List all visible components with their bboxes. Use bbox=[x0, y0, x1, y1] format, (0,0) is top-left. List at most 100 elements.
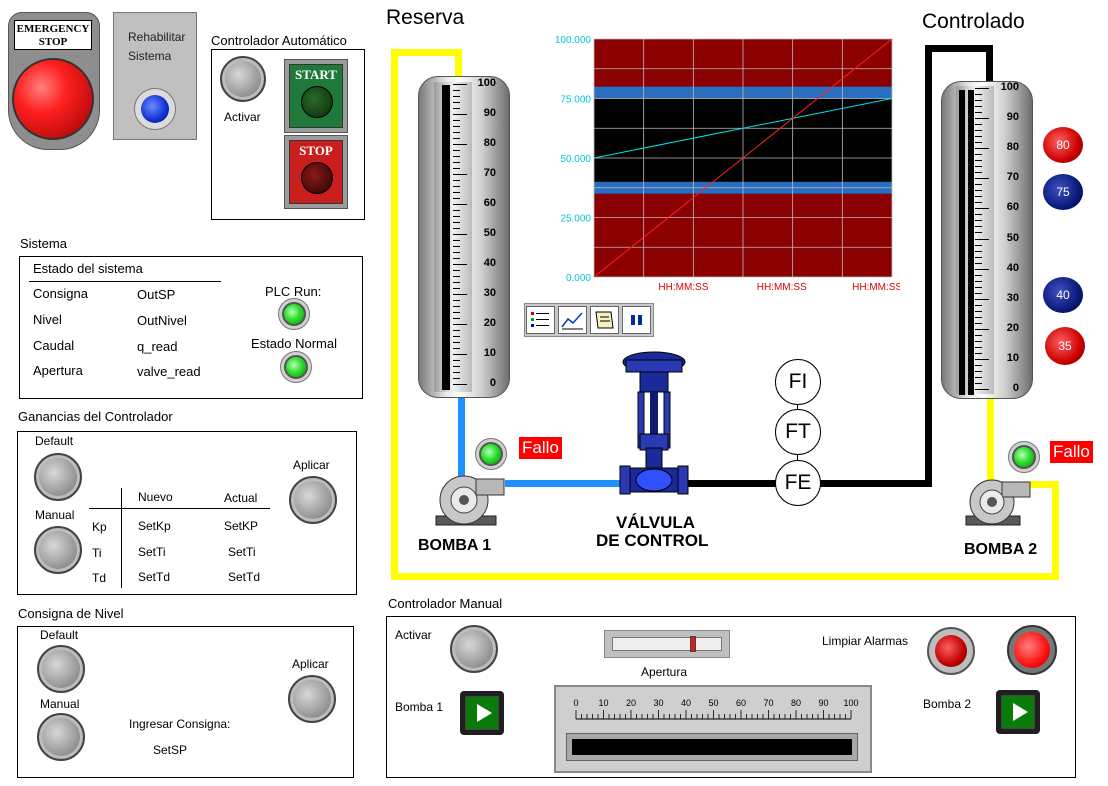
tank-major-tick bbox=[975, 389, 989, 390]
ingresar-consigna-label: Ingresar Consigna: bbox=[129, 717, 231, 731]
control-valve-icon[interactable] bbox=[618, 350, 690, 510]
ganancias-aplicar-button[interactable] bbox=[289, 476, 337, 524]
ganancias-col-actual: Actual bbox=[224, 491, 258, 505]
ganancias-default-label: Default bbox=[35, 434, 74, 448]
tank-minor-tick bbox=[975, 184, 982, 185]
bomba-1-label: BOMBA 1 bbox=[418, 537, 492, 554]
limpiar-alarmas-button[interactable] bbox=[927, 627, 975, 675]
tank-minor-tick bbox=[453, 336, 460, 337]
emergency-stop-button[interactable] bbox=[12, 58, 94, 140]
tank-minor-tick bbox=[453, 312, 460, 313]
bar-scale-label: 50 bbox=[708, 698, 718, 708]
ganancias-nuevo-value[interactable]: SetTi bbox=[138, 545, 166, 559]
manual-activar-label: Activar bbox=[395, 628, 432, 642]
tank-minor-tick bbox=[453, 240, 460, 241]
bomba-2-start-button[interactable] bbox=[996, 690, 1040, 734]
auto-activar-button[interactable] bbox=[220, 56, 266, 102]
pipe-blue-tank1-down bbox=[458, 396, 465, 481]
tank-minor-tick bbox=[453, 378, 460, 379]
tank-minor-tick bbox=[975, 214, 982, 215]
manual-bomba1-label: Bomba 1 bbox=[395, 700, 444, 714]
log-icon[interactable] bbox=[590, 306, 619, 334]
tank-major-tick bbox=[975, 299, 989, 300]
tank-minor-tick bbox=[975, 196, 982, 197]
consigna-manual-button[interactable] bbox=[37, 713, 85, 761]
manual-controller-title: Controlador Manual bbox=[388, 596, 503, 611]
ganancias-hline bbox=[89, 508, 270, 509]
ganancias-nuevo-value[interactable]: SetKp bbox=[138, 519, 171, 533]
tank-reserva-level-bar bbox=[442, 85, 450, 390]
tank-minor-tick bbox=[975, 311, 982, 312]
tank-scale-label: 70 bbox=[1006, 171, 1019, 183]
ganancias-nuevo-value[interactable]: SetTd bbox=[138, 570, 170, 584]
ganancias-param: Ti bbox=[92, 546, 102, 560]
tank-major-tick bbox=[453, 294, 467, 295]
tank-scale-label: 90 bbox=[1006, 111, 1019, 123]
alarm-lamp bbox=[1007, 625, 1057, 675]
tank-minor-tick bbox=[975, 232, 982, 233]
alarm-badge-high-high: 80 bbox=[1043, 127, 1083, 163]
ganancias-manual-button[interactable] bbox=[34, 526, 82, 574]
tank-minor-tick bbox=[975, 220, 982, 221]
tank-reserva-scale-bg bbox=[434, 82, 472, 392]
alarm-badge-low-low: 35 bbox=[1045, 327, 1085, 365]
ganancias-default-button[interactable] bbox=[34, 453, 82, 501]
chart-y-tick-label: 100.000 bbox=[555, 35, 592, 46]
rehabilitar-label-2: Sistema bbox=[128, 49, 172, 63]
fe-element: FE bbox=[775, 460, 821, 506]
tank-major-tick bbox=[453, 384, 467, 385]
stop-button[interactable]: STOP bbox=[284, 135, 348, 209]
bomba-2-label: BOMBA 2 bbox=[964, 541, 1038, 558]
emergency-stop-label: EMERGENCY STOP bbox=[14, 20, 92, 50]
setsp-value[interactable]: SetSP bbox=[153, 743, 187, 757]
ganancias-actual-value: SetTi bbox=[228, 545, 256, 559]
consigna-aplicar-label: Aplicar bbox=[292, 657, 329, 671]
tank-minor-tick bbox=[453, 198, 460, 199]
tank-minor-tick bbox=[453, 108, 460, 109]
tank-minor-tick bbox=[453, 192, 460, 193]
valvula-label-2: DE CONTROL bbox=[596, 531, 709, 550]
tank-controlado-level-bar-1 bbox=[959, 90, 965, 395]
pump-2-icon[interactable] bbox=[962, 474, 1034, 530]
pipe-black-top bbox=[925, 45, 993, 52]
tank-minor-tick bbox=[975, 112, 982, 113]
apertura-slider-thumb[interactable] bbox=[690, 636, 696, 652]
tank-minor-tick bbox=[975, 190, 982, 191]
tank-minor-tick bbox=[453, 246, 460, 247]
auto-activar-label: Activar bbox=[224, 110, 261, 124]
pause-icon[interactable] bbox=[622, 306, 651, 334]
tank-scale-label: 80 bbox=[483, 137, 496, 149]
bomba-1-led bbox=[479, 442, 503, 466]
pump-1-icon[interactable] bbox=[432, 470, 510, 530]
ganancias-col-nuevo: Nuevo bbox=[138, 490, 173, 504]
tank-minor-tick bbox=[975, 323, 982, 324]
tank-minor-tick bbox=[975, 245, 982, 246]
bar-scale-label: 70 bbox=[763, 698, 773, 708]
tank-major-tick bbox=[975, 148, 989, 149]
tank-minor-tick bbox=[453, 300, 460, 301]
tank-minor-tick bbox=[975, 106, 982, 107]
manual-activar-button[interactable] bbox=[450, 625, 498, 673]
trend-chart: 100.000 75.000 50.000 25.000 0.000 HH:MM:SS HH… bbox=[555, 35, 900, 293]
consigna-default-button[interactable] bbox=[37, 645, 85, 693]
rehabilitar-button[interactable] bbox=[134, 88, 176, 130]
tank-minor-tick bbox=[975, 251, 982, 252]
tank-minor-tick bbox=[975, 335, 982, 336]
consigna-manual-label: Manual bbox=[40, 697, 80, 711]
sistema-row-name: Nivel bbox=[33, 312, 62, 327]
bar-scale-label: 100 bbox=[843, 698, 858, 708]
pipe-yellow-left bbox=[391, 49, 398, 580]
ganancias-aplicar-label: Aplicar bbox=[293, 458, 330, 472]
legend-icon[interactable] bbox=[526, 306, 555, 334]
start-button[interactable]: START bbox=[284, 59, 348, 133]
manual-bomba2-label: Bomba 2 bbox=[923, 697, 972, 711]
apertura-slider-track[interactable] bbox=[612, 637, 722, 651]
consigna-aplicar-button[interactable] bbox=[288, 675, 336, 723]
bomba-1-start-button[interactable] bbox=[460, 691, 504, 735]
tank-major-tick bbox=[975, 88, 989, 89]
pipe-yellow-bottom bbox=[391, 573, 1059, 580]
pipe-yellow-right bbox=[1052, 481, 1059, 580]
estado-sistema-title: Estado del sistema bbox=[33, 261, 143, 276]
trend-icon[interactable] bbox=[558, 306, 587, 334]
pipe-yellow-tank1-drop bbox=[455, 49, 462, 77]
